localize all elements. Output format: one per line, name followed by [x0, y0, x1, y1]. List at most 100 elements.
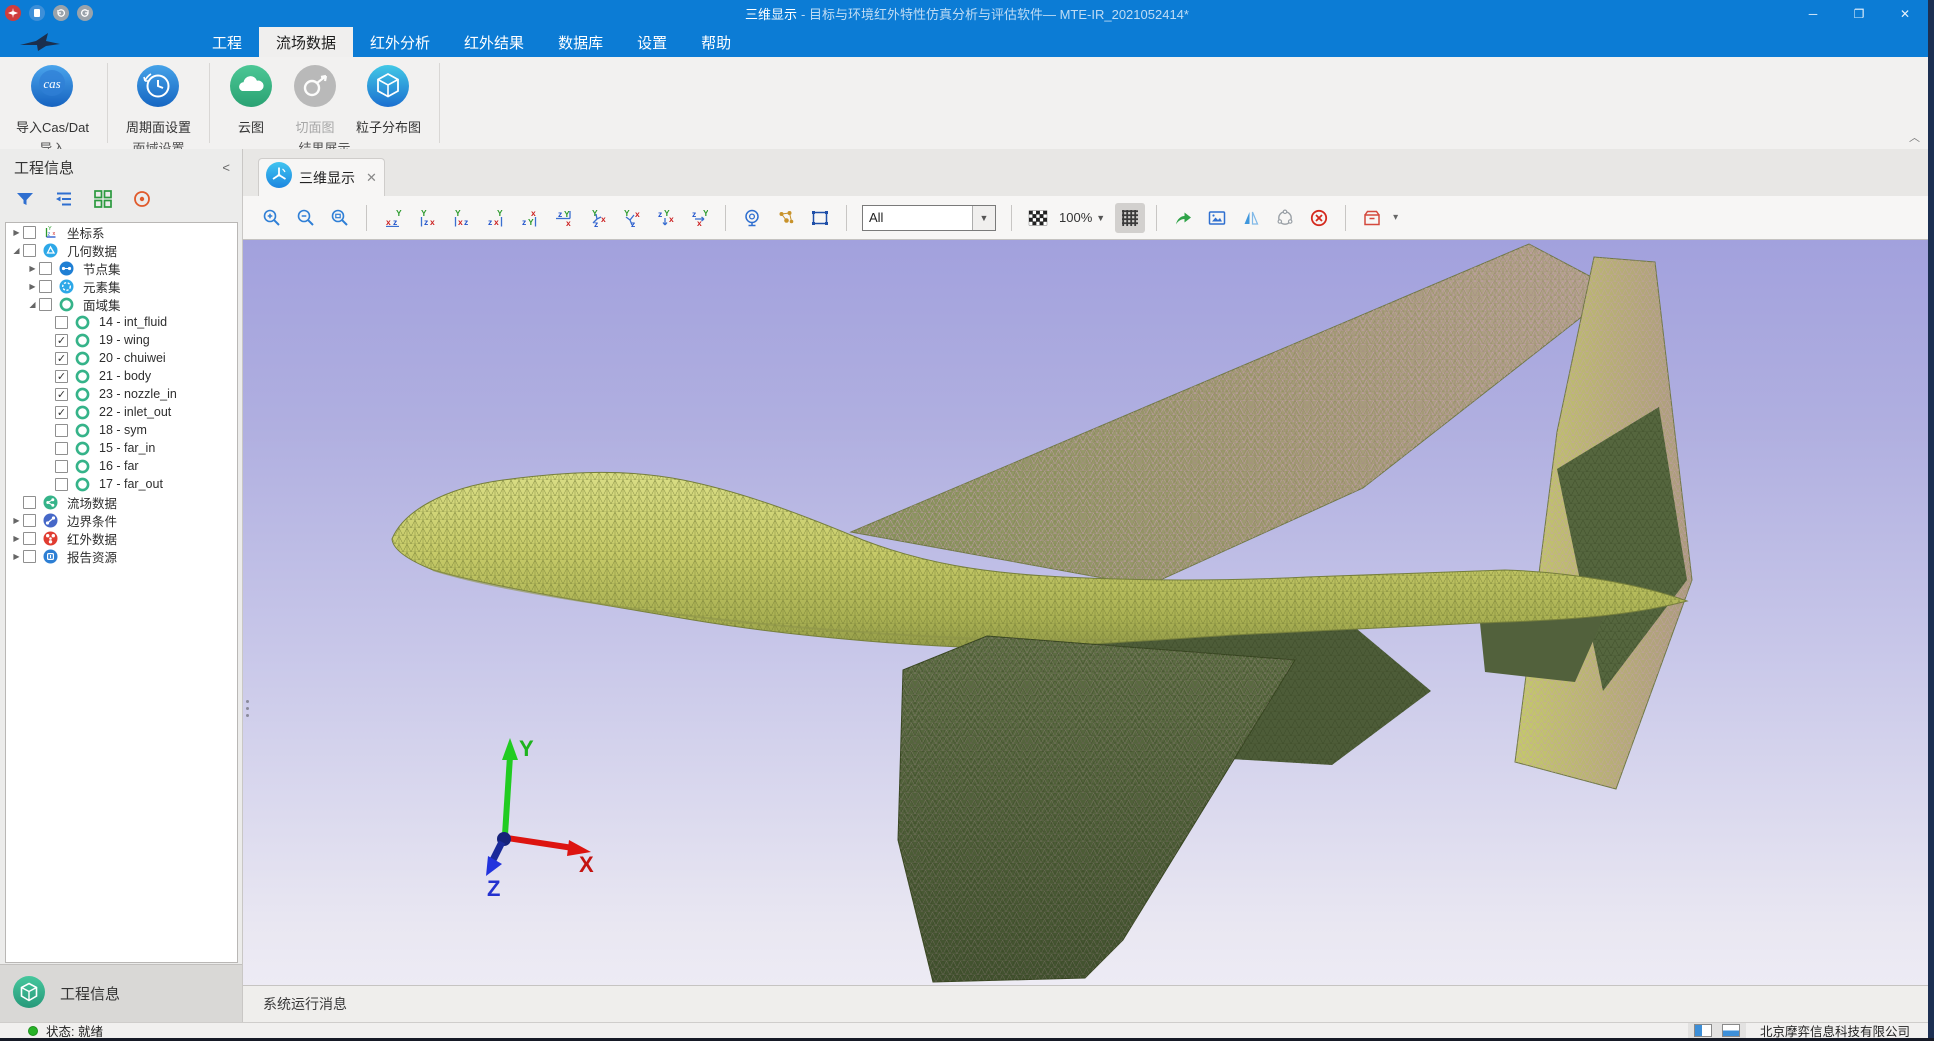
tree-checkbox[interactable] [23, 244, 36, 257]
export-share-button[interactable] [1168, 203, 1198, 233]
tree-item-face-20[interactable]: ✓20 - chuiwei [6, 349, 237, 367]
menu-tab-infrared-results[interactable]: 红外结果 [447, 27, 541, 57]
tree-expander-icon[interactable]: ◢ [10, 246, 23, 255]
tree-checkbox[interactable] [23, 550, 36, 563]
tree-expander-icon[interactable]: ▶ [10, 228, 23, 237]
tree-checkbox[interactable]: ✓ [55, 370, 68, 383]
view-front-button[interactable]: xzY [378, 203, 408, 233]
system-message-bar[interactable]: 系统运行消息 [243, 985, 1934, 1022]
tree-item-face-22[interactable]: ✓22 - inlet_out [6, 403, 237, 421]
clear-cancel-button[interactable] [1304, 203, 1334, 233]
project-info-bottom-button[interactable]: 工程信息 [0, 964, 242, 1022]
layout-left-icon[interactable] [1694, 1024, 1712, 1037]
tree-checkbox[interactable] [39, 262, 52, 275]
mesh-toggle-button[interactable] [1115, 203, 1145, 233]
tree-item-face-23[interactable]: ✓23 - nozzle_in [6, 385, 237, 403]
view-bottom-button[interactable]: zYx [548, 203, 578, 233]
import-cas-dat-button[interactable]: cas导入Cas/Dat [10, 57, 95, 136]
probe-camera-button[interactable] [737, 203, 767, 233]
tree-checkbox[interactable] [23, 496, 36, 509]
display-filter-combo[interactable]: All▼ [862, 205, 996, 231]
tree-checkbox[interactable] [55, 424, 68, 437]
tree-checkbox[interactable]: ✓ [55, 352, 68, 365]
region-select-button[interactable] [805, 203, 835, 233]
menu-tab-settings[interactable]: 设置 [620, 27, 684, 57]
archive-box-button[interactable] [1357, 203, 1387, 233]
view-iso-nw-button[interactable]: Yxz [616, 203, 646, 233]
viewport-3d[interactable]: Y X Z [243, 240, 1934, 985]
locate-target-icon[interactable] [131, 188, 153, 210]
layout-bottom-icon[interactable] [1722, 1024, 1740, 1037]
view-iso-se-button[interactable]: zYx [650, 203, 680, 233]
tree-checkbox[interactable]: ✓ [55, 388, 68, 401]
tab-close-icon[interactable]: ✕ [366, 170, 377, 186]
tree-checkbox[interactable] [39, 280, 52, 293]
combo-dropdown-icon[interactable]: ▼ [972, 206, 995, 230]
view-right-button[interactable]: zxY [480, 203, 510, 233]
tree-item-face-17[interactable]: 17 - far_out [6, 475, 237, 493]
panel-collapse-button[interactable]: < [222, 160, 230, 175]
panel-splitter-grip[interactable] [244, 700, 250, 717]
view-iso-ne-button[interactable]: Yxz [582, 203, 612, 233]
tree-item-report-resources[interactable]: ▶报告资源 [6, 547, 237, 565]
minimize-button[interactable]: ─ [1790, 0, 1836, 27]
tree-item-face-14[interactable]: 14 - int_fluid [6, 313, 237, 331]
snapshot-button[interactable] [1202, 203, 1232, 233]
menu-tab-database[interactable]: 数据库 [541, 27, 620, 57]
periodic-surface-button[interactable]: 周期面设置 [120, 57, 197, 136]
tree-checkbox[interactable] [55, 316, 68, 329]
zoom-out-button[interactable] [291, 203, 321, 233]
tree-item-face-set[interactable]: ◢面域集 [6, 295, 237, 313]
tree-checkbox[interactable] [55, 442, 68, 455]
tree-expander-icon[interactable]: ▶ [26, 282, 39, 291]
tree-item-coordinate-system[interactable]: ▶Yzx坐标系 [6, 223, 237, 241]
tree-item-face-21[interactable]: ✓21 - body [6, 367, 237, 385]
tree-item-boundary-conditions[interactable]: ▶边界条件 [6, 511, 237, 529]
tree-checkbox[interactable] [55, 478, 68, 491]
zoom-fit-button[interactable] [325, 203, 355, 233]
tree-item-element-set[interactable]: ▶元素集 [6, 277, 237, 295]
tree-item-flow-field-data-node[interactable]: 流场数据 [6, 493, 237, 511]
tree-expander-icon[interactable]: ▶ [10, 516, 23, 525]
tree-checkbox[interactable]: ✓ [55, 334, 68, 347]
tree-expander-icon[interactable]: ▶ [10, 534, 23, 543]
tree-expander-icon[interactable]: ▶ [26, 264, 39, 273]
tree-checkbox[interactable]: ✓ [55, 406, 68, 419]
tree-item-face-19[interactable]: ✓19 - wing [6, 331, 237, 349]
view-top-button[interactable]: xzY [514, 203, 544, 233]
ribbon-collapse-button[interactable]: ︿ [1909, 129, 1920, 145]
tree-item-node-set[interactable]: ▶节点集 [6, 259, 237, 277]
menu-tab-flow-field-data[interactable]: 流场数据 [259, 27, 353, 57]
view-left-button[interactable]: Yxz [446, 203, 476, 233]
tree-checkbox[interactable] [23, 226, 36, 239]
group-grid-icon[interactable] [92, 188, 114, 210]
menu-tab-engineering[interactable]: 工程 [195, 27, 259, 57]
tab-3d-display[interactable]: 三维显示 ✕ [258, 158, 385, 196]
menu-tab-infrared-analysis[interactable]: 红外分析 [353, 27, 447, 57]
tree-checkbox[interactable] [55, 460, 68, 473]
close-button[interactable]: ✕ [1882, 0, 1928, 27]
particle-cluster-button[interactable] [771, 203, 801, 233]
outline-list-icon[interactable] [53, 188, 75, 210]
tree-item-face-18[interactable]: 18 - sym [6, 421, 237, 439]
tree-item-face-15[interactable]: 15 - far_in [6, 439, 237, 457]
view-back-button[interactable]: Yzx [412, 203, 442, 233]
tree-item-face-16[interactable]: 16 - far [6, 457, 237, 475]
tree-checkbox[interactable] [23, 514, 36, 527]
contour-button[interactable]: 云图 [222, 57, 280, 136]
view-iso-sw-button[interactable]: zxY [684, 203, 714, 233]
tree-item-infrared-data[interactable]: ▶红外数据 [6, 529, 237, 547]
mirror-button[interactable] [1236, 203, 1266, 233]
tree-expander-icon[interactable]: ◢ [26, 300, 39, 309]
archive-caret-icon[interactable]: ▾ [1393, 212, 1398, 223]
menu-tab-help[interactable]: 帮助 [684, 27, 748, 57]
restore-button[interactable]: ❐ [1836, 0, 1882, 27]
tree-expander-icon[interactable]: ▶ [10, 552, 23, 561]
tree-item-geometry-data[interactable]: ◢几何数据 [6, 241, 237, 259]
transparency-button[interactable] [1023, 203, 1053, 233]
tree-checkbox[interactable] [39, 298, 52, 311]
zoom-in-button[interactable] [257, 203, 287, 233]
filter-icon[interactable] [14, 188, 36, 210]
tree-checkbox[interactable] [23, 532, 36, 545]
zoom-level-select[interactable]: 100%▼ [1059, 210, 1105, 225]
